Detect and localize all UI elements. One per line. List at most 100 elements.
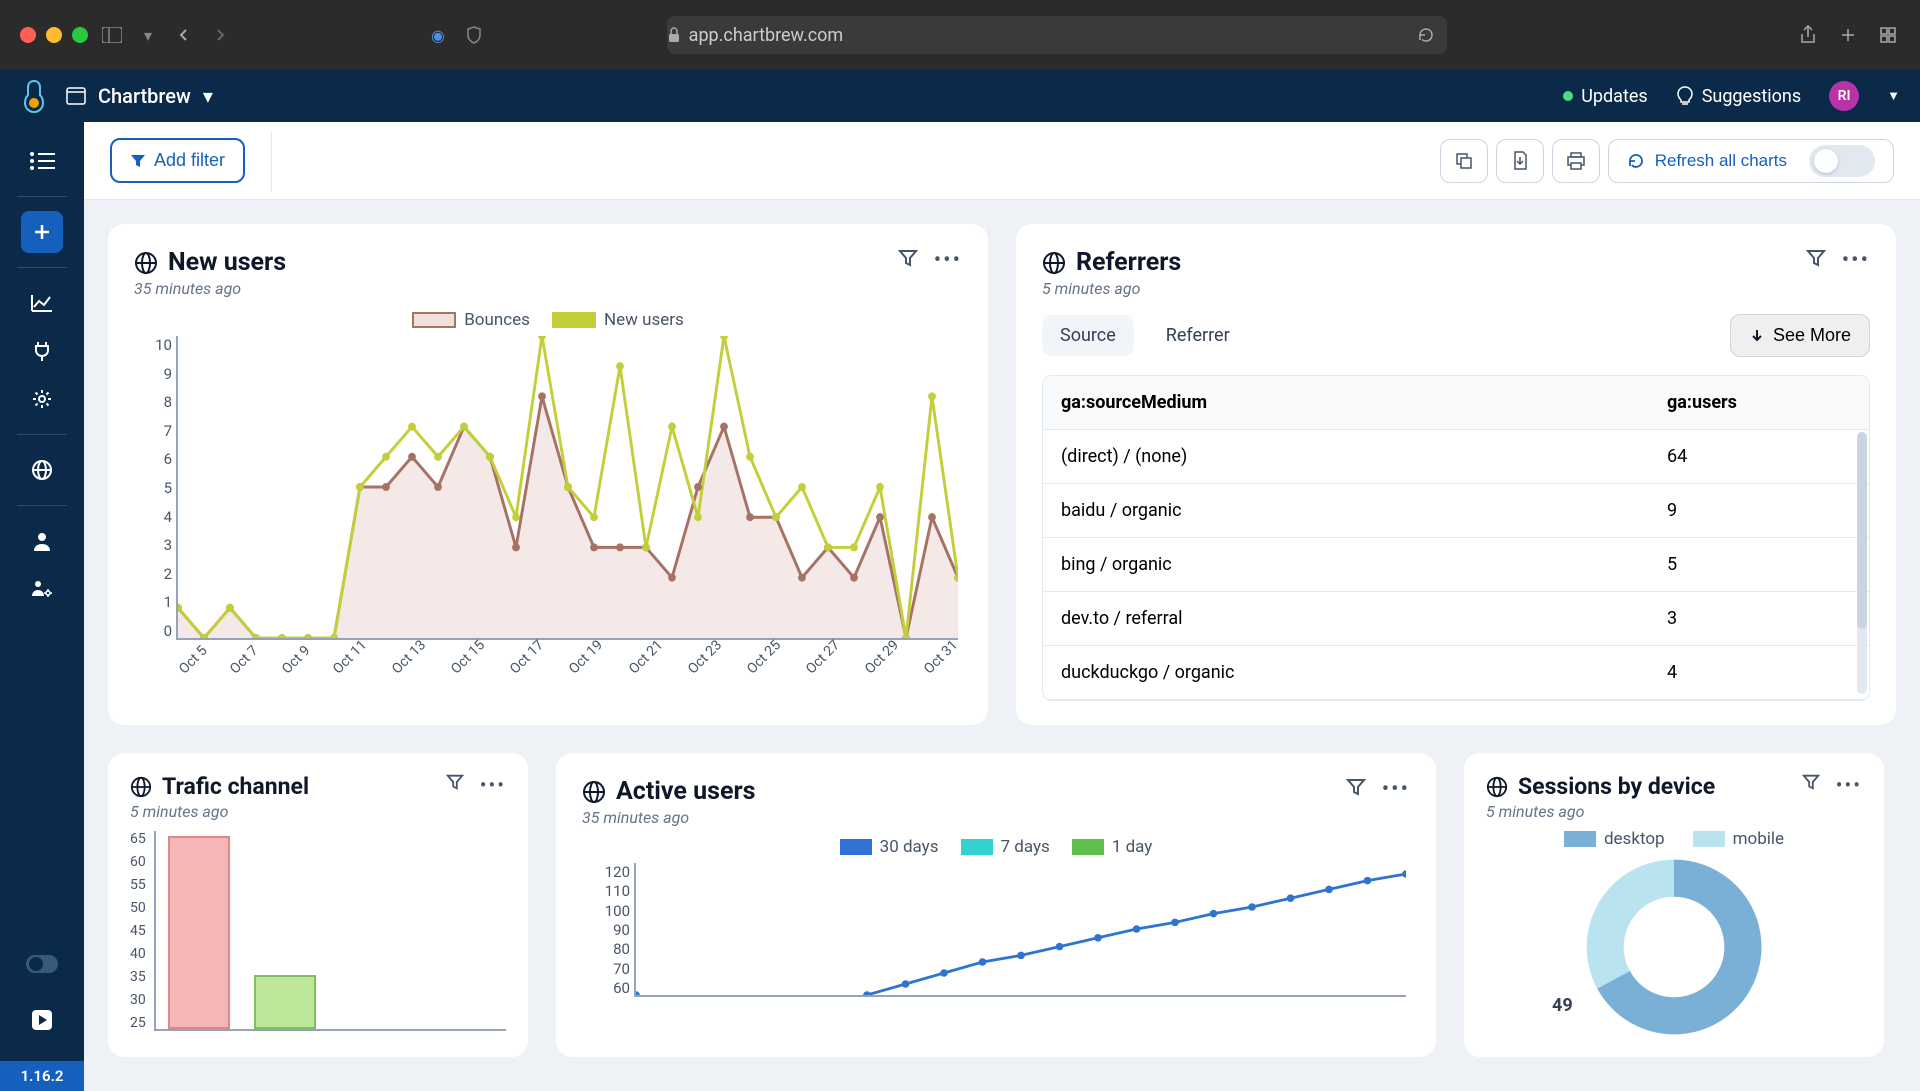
download-icon <box>1512 151 1528 171</box>
sidebar-play-icon[interactable] <box>21 999 63 1041</box>
card-sessions-by-device: Sessions by device 5 minutes ago ••• des… <box>1464 753 1884 1057</box>
updates-button[interactable]: Updates <box>1563 86 1647 107</box>
updates-label: Updates <box>1581 86 1647 107</box>
window-controls <box>20 27 88 43</box>
url-text: app.chartbrew.com <box>689 25 844 46</box>
shield-icon[interactable] <box>462 23 486 47</box>
filter-icon <box>130 153 146 169</box>
table-header[interactable]: ga:sourceMedium <box>1043 376 1649 430</box>
close-window-icon[interactable] <box>20 27 36 43</box>
version-badge: 1.16.2 <box>0 1061 84 1091</box>
sidebar: 1.16.2 <box>0 122 84 1091</box>
table-row[interactable]: baidu / organic9 <box>1043 484 1869 538</box>
bar <box>168 836 230 1029</box>
print-icon <box>1566 152 1586 170</box>
more-icon[interactable]: ••• <box>1842 248 1870 273</box>
filter-icon[interactable] <box>446 773 464 797</box>
card-new-users: New users 35 minutes ago ••• Bounces New… <box>108 224 988 725</box>
refresh-all-button[interactable]: Refresh all charts <box>1608 139 1894 183</box>
dashboard-grid: New users 35 minutes ago ••• Bounces New… <box>84 200 1920 1081</box>
table-row[interactable]: bing / organic5 <box>1043 538 1869 592</box>
filter-icon[interactable] <box>1802 773 1820 797</box>
suggestions-label: Suggestions <box>1702 86 1801 107</box>
more-icon[interactable]: ••• <box>934 248 962 273</box>
toolbar-divider <box>271 131 272 191</box>
referrers-table: ga:sourceMedium ga:users (direct) / (non… <box>1042 375 1870 701</box>
sidebar-gear-icon[interactable] <box>21 378 63 420</box>
globe-icon <box>582 780 606 804</box>
sessions-doughnut: 49 <box>1504 857 1844 1037</box>
table-row[interactable]: duckduckgo / organic4 <box>1043 646 1869 700</box>
window-icon <box>66 87 86 105</box>
workspace-selector[interactable]: Chartbrew ▾ <box>66 84 213 108</box>
arrow-down-icon <box>1749 328 1765 344</box>
sidebar-toggle-theme-icon[interactable] <box>21 943 63 985</box>
download-button[interactable] <box>1496 139 1544 183</box>
privacy-icon[interactable]: ◉ <box>426 23 450 47</box>
globe-icon <box>130 776 152 798</box>
card-title-text: Referrers <box>1076 248 1181 277</box>
suggestions-button[interactable]: Suggestions <box>1676 86 1801 107</box>
tabs-icon[interactable] <box>1876 23 1900 47</box>
sidebar-user-icon[interactable] <box>21 520 63 562</box>
new-users-chart: Bounces New users 109876543210 Oct 5Oct … <box>134 310 962 676</box>
toolbar: Add filter Refresh all charts <box>84 122 1920 200</box>
share-icon[interactable] <box>1796 23 1820 47</box>
table-row[interactable]: dev.to / referral3 <box>1043 592 1869 646</box>
reload-icon[interactable] <box>1417 26 1435 44</box>
maximize-window-icon[interactable] <box>72 27 88 43</box>
app-logo-icon[interactable] <box>20 79 48 113</box>
sidebar-globe-icon[interactable] <box>21 449 63 491</box>
sidebar-add-button[interactable] <box>21 211 63 253</box>
sidebar-toggle-icon[interactable] <box>100 23 124 47</box>
avatar[interactable]: RI <box>1829 81 1859 111</box>
auto-refresh-toggle[interactable] <box>1809 145 1875 177</box>
more-icon[interactable]: ••• <box>1836 773 1862 797</box>
table-header[interactable]: ga:users <box>1649 376 1869 430</box>
print-button[interactable] <box>1552 139 1600 183</box>
chevron-down-icon[interactable]: ▾ <box>136 23 160 47</box>
new-tab-icon[interactable] <box>1836 23 1860 47</box>
traffic-bar-chart: 656055504540353025 <box>130 831 506 1031</box>
minimize-window-icon[interactable] <box>46 27 62 43</box>
workspace-label: Chartbrew <box>98 84 191 108</box>
card-timestamp: 5 minutes ago <box>1042 279 1181 298</box>
card-traffic-channel: Trafic channel 5 minutes ago ••• 6560555… <box>108 753 528 1057</box>
see-more-button[interactable]: See More <box>1730 314 1870 357</box>
globe-icon <box>134 251 158 275</box>
more-icon[interactable]: ••• <box>480 773 506 797</box>
tab-referrer[interactable]: Referrer <box>1148 315 1248 356</box>
add-filter-button[interactable]: Add filter <box>110 138 245 183</box>
table-row[interactable]: (direct) / (none)64 <box>1043 430 1869 484</box>
sidebar-plug-icon[interactable] <box>21 330 63 372</box>
address-bar[interactable]: app.chartbrew.com <box>667 16 1447 54</box>
card-active-users: Active users 35 minutes ago ••• 30 days … <box>556 753 1436 1057</box>
filter-icon[interactable] <box>1346 777 1366 802</box>
filter-icon[interactable] <box>1806 248 1826 273</box>
doughnut-label: 49 <box>1552 995 1573 1016</box>
lock-icon <box>667 27 681 43</box>
card-referrers: Referrers 5 minutes ago ••• Source Refer… <box>1016 224 1896 725</box>
back-icon[interactable] <box>172 23 196 47</box>
scrollbar[interactable] <box>1857 432 1867 694</box>
copy-icon <box>1455 152 1473 170</box>
forward-icon[interactable] <box>208 23 232 47</box>
sidebar-team-gear-icon[interactable] <box>21 568 63 610</box>
card-title-text: New users <box>168 248 286 277</box>
user-menu-chevron-icon[interactable]: ▼ <box>1887 88 1900 104</box>
lightbulb-icon <box>1676 86 1694 106</box>
browser-chrome: ▾ ◉ app.chartbrew.com <box>0 0 1920 70</box>
chevron-down-icon: ▾ <box>203 84 213 108</box>
tab-source[interactable]: Source <box>1042 315 1134 356</box>
status-dot-icon <box>1563 91 1573 101</box>
more-icon[interactable]: ••• <box>1382 777 1410 802</box>
card-timestamp: 35 minutes ago <box>134 279 286 298</box>
bar <box>254 975 316 1029</box>
copy-button[interactable] <box>1440 139 1488 183</box>
sidebar-menu-icon[interactable] <box>21 140 63 182</box>
sidebar-chart-icon[interactable] <box>21 282 63 324</box>
app-header: Chartbrew ▾ Updates Suggestions RI ▼ <box>0 70 1920 122</box>
filter-icon[interactable] <box>898 248 918 273</box>
content-area: Add filter Refresh all charts <box>84 122 1920 1091</box>
globe-icon <box>1486 776 1508 798</box>
